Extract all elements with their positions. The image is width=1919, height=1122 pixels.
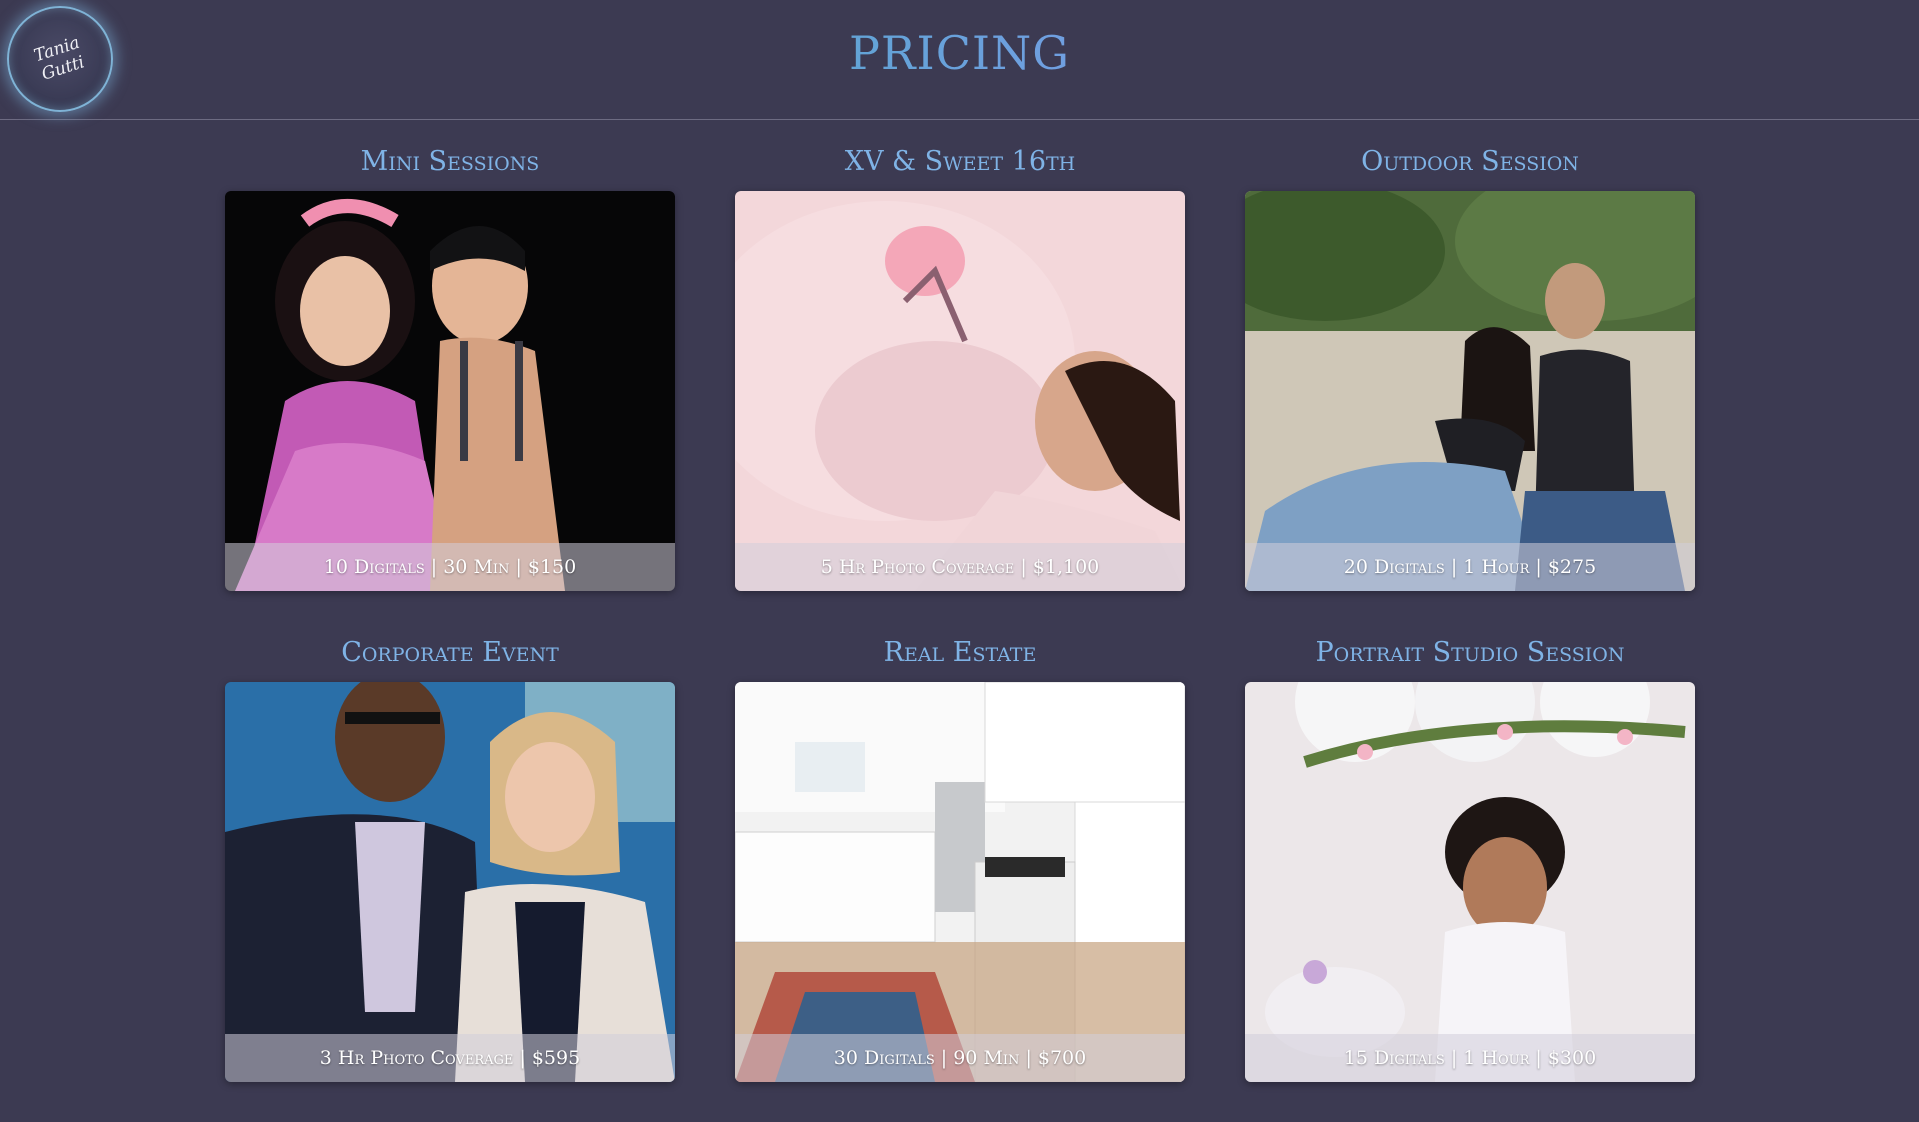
site-header: Tania Gutti PRICING — [0, 0, 1919, 120]
package-card-xv-sweet-16th[interactable]: XV & Sweet 16th 5 Hr Photo Coverage | $1… — [735, 140, 1185, 631]
children-portrait-photo[interactable]: 10 Digitals | 30 Min | $150 — [225, 191, 675, 591]
package-title: Outdoor Session — [1361, 146, 1579, 177]
kitchen-interior-photo[interactable]: 30 Digitals | 90 Min | $700 — [735, 682, 1185, 1082]
package-card-mini-sessions[interactable]: Mini Sessions 10 Digitals | 30 Min | $15… — [225, 140, 675, 631]
package-details: 30 Digitals | 90 Min | $700 — [735, 1034, 1185, 1082]
package-title: Portrait Studio Session — [1315, 637, 1625, 668]
package-details: 10 Digitals | 30 Min | $150 — [225, 543, 675, 591]
package-details: 3 Hr Photo Coverage | $595 — [225, 1034, 675, 1082]
package-title: XV & Sweet 16th — [844, 146, 1076, 177]
corporate-event-photo[interactable]: 3 Hr Photo Coverage | $595 — [225, 682, 675, 1082]
package-details: 15 Digitals | 1 Hour | $300 — [1245, 1034, 1695, 1082]
quinceanera-photo[interactable]: 5 Hr Photo Coverage | $1,100 — [735, 191, 1185, 591]
package-card-real-estate[interactable]: Real Estate 30 Digitals | 90 Min | $700 — [735, 631, 1185, 1122]
package-title: Real Estate — [883, 637, 1037, 668]
package-title: Corporate Event — [341, 637, 559, 668]
toddler-studio-photo[interactable]: 15 Digitals | 1 Hour | $300 — [1245, 682, 1695, 1082]
package-card-outdoor-session[interactable]: Outdoor Session 20 Digitals | 1 Hour | $… — [1245, 140, 1695, 631]
package-details: 20 Digitals | 1 Hour | $275 — [1245, 543, 1695, 591]
package-card-portrait-studio-session[interactable]: Portrait Studio Session 15 Digitals | 1 … — [1245, 631, 1695, 1122]
package-card-corporate-event[interactable]: Corporate Event 3 Hr Photo Coverage | $5… — [225, 631, 675, 1122]
package-title: Mini Sessions — [360, 146, 540, 177]
package-details: 5 Hr Photo Coverage | $1,100 — [735, 543, 1185, 591]
couple-outdoor-photo[interactable]: 20 Digitals | 1 Hour | $275 — [1245, 191, 1695, 591]
pricing-grid: Mini Sessions 10 Digitals | 30 Min | $15… — [225, 140, 1695, 1122]
page-title: PRICING — [0, 26, 1919, 80]
